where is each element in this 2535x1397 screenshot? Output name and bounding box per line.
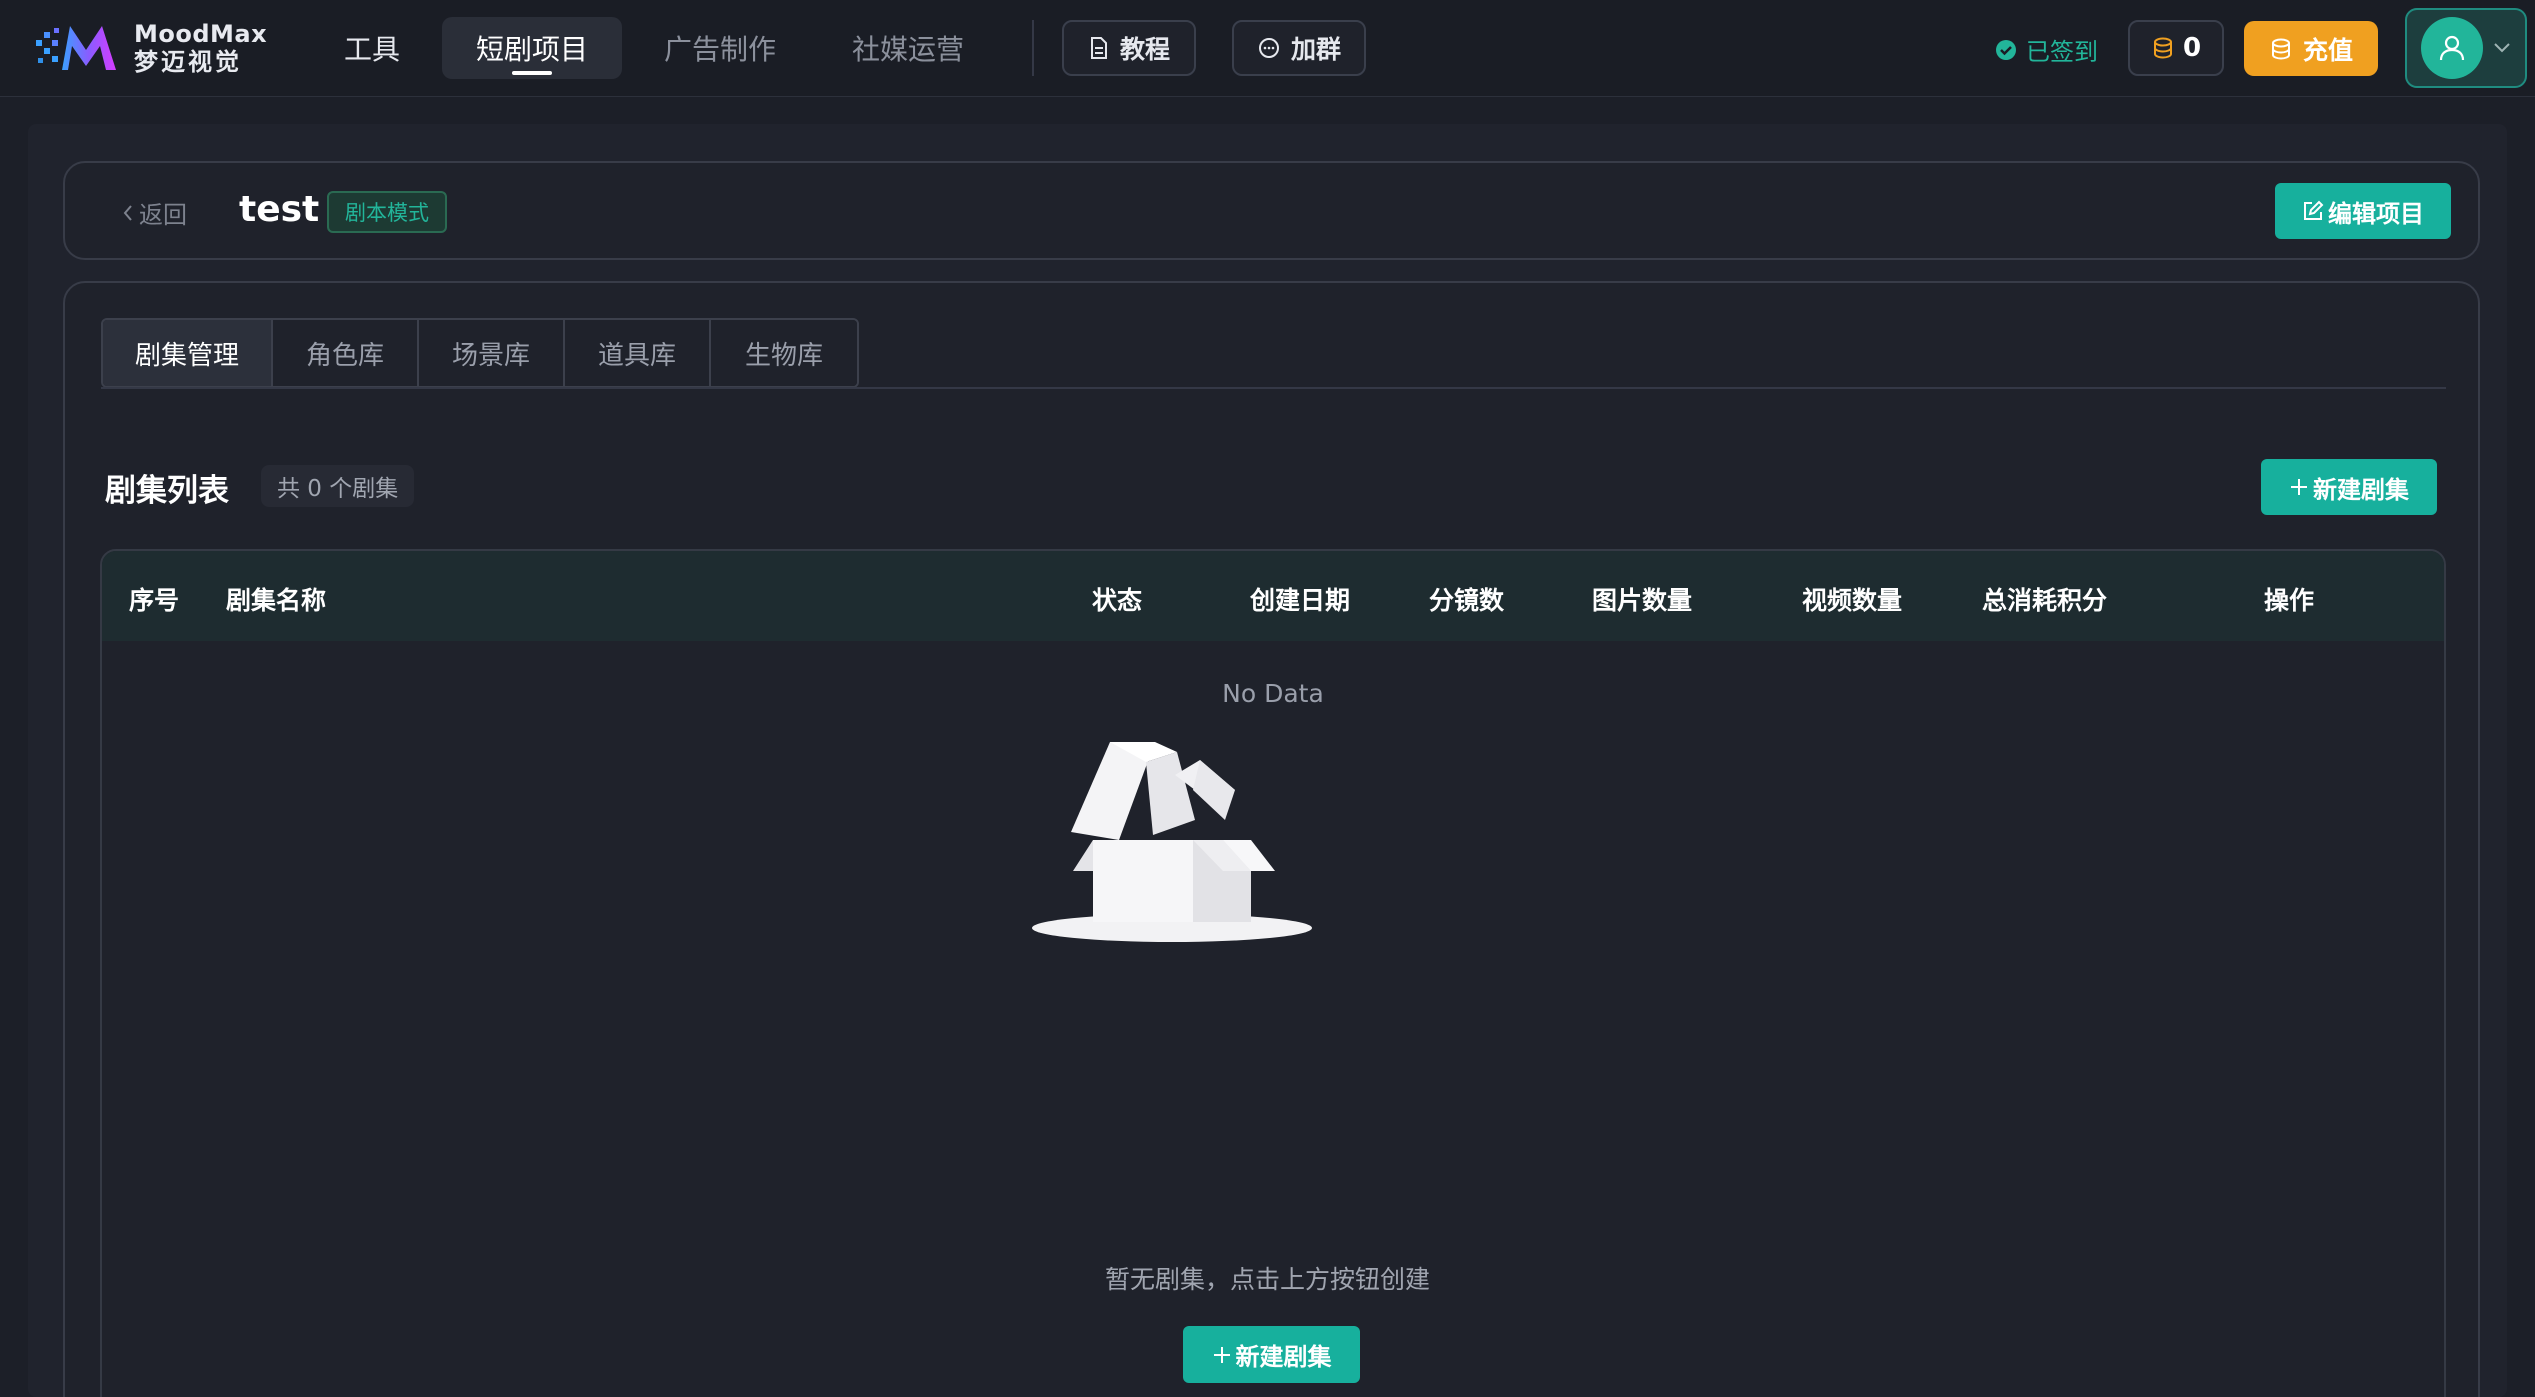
recharge-label: 充值 <box>2302 35 2353 65</box>
plus-icon <box>2291 479 2307 495</box>
main-nav: 工具 短剧项目 广告制作 社媒运营 <box>310 17 1006 79</box>
episode-list-title: 剧集列表 <box>105 473 229 509</box>
column-header-image-count: 图片数量 <box>1592 586 1693 615</box>
back-button[interactable]: 返回 <box>121 195 187 230</box>
brand-name-cn: 梦迈视觉 <box>134 48 242 76</box>
join-group-label: 加群 <box>1290 35 1341 64</box>
coin-balance[interactable]: 0 <box>2128 20 2224 76</box>
brand-name-en: MoodMax <box>134 20 268 48</box>
avatar <box>2421 17 2483 79</box>
signed-in-status: 已签到 <box>1994 32 2098 67</box>
tab-character-library[interactable]: 角色库 <box>273 320 419 386</box>
tab-scene-library[interactable]: 场景库 <box>419 320 565 386</box>
new-episode-label: 新建剧集 <box>2313 475 2409 504</box>
empty-state-text: 暂无剧集，点击上方按钮创建 <box>1104 1265 1430 1294</box>
empty-box-illustration <box>1032 742 1312 942</box>
empty-new-episode-label: 新建剧集 <box>1235 1343 1332 1371</box>
user-icon <box>2439 35 2465 61</box>
top-navbar: MoodMax 梦迈视觉 工具 短剧项目 广告制作 社媒运营 教程 加群 已签到… <box>0 0 2535 97</box>
episode-count-badge: 共 0 个剧集 <box>261 465 415 507</box>
column-header-actions: 操作 <box>2264 586 2315 615</box>
column-header-index: 序号 <box>129 586 180 615</box>
user-menu[interactable] <box>2405 8 2527 88</box>
new-episode-button[interactable]: 新建剧集 <box>2261 459 2437 515</box>
project-title: test <box>239 189 320 230</box>
column-header-total-credits: 总消耗积分 <box>1982 586 2108 615</box>
column-header-created-date: 创建日期 <box>1250 586 1351 615</box>
nav-item-ad-production[interactable]: 广告制作 <box>630 17 810 79</box>
edit-icon <box>2304 200 2324 220</box>
tab-prop-library[interactable]: 道具库 <box>565 320 711 386</box>
nav-item-tools[interactable]: 工具 <box>310 17 434 79</box>
nav-item-short-drama[interactable]: 短剧项目 <box>442 17 623 79</box>
column-header-status: 状态 <box>1092 586 1143 615</box>
tab-underline <box>101 387 2446 389</box>
recharge-button[interactable]: 充值 <box>2244 21 2378 76</box>
back-label: 返回 <box>139 201 187 229</box>
chevron-left-icon <box>123 204 132 221</box>
coin-stack-icon <box>2271 38 2290 60</box>
project-header: 返回 test 剧本模式 编辑项目 <box>63 161 2480 260</box>
chevron-down-icon <box>2494 43 2510 53</box>
join-group-button[interactable]: 加群 <box>1232 20 1366 76</box>
tab-episode-management[interactable]: 剧集管理 <box>103 320 273 386</box>
edit-project-label: 编辑项目 <box>2328 199 2424 228</box>
document-icon <box>1090 37 1107 59</box>
column-header-shot-count: 分镜数 <box>1429 586 1505 615</box>
tutorial-button[interactable]: 教程 <box>1062 20 1196 76</box>
coin-stack-icon <box>2153 37 2172 59</box>
moodmax-logo-icon <box>36 26 116 70</box>
column-header-video-count: 视频数量 <box>1802 586 1903 615</box>
tutorial-label: 教程 <box>1119 35 1170 64</box>
brand-logo[interactable]: MoodMax 梦迈视觉 <box>34 20 267 76</box>
check-circle-icon <box>1996 39 2016 60</box>
edit-project-button[interactable]: 编辑项目 <box>2275 183 2451 239</box>
chat-bubble-icon <box>1258 38 1279 58</box>
empty-new-episode-button[interactable]: 新建剧集 <box>1183 1326 1360 1383</box>
mode-tag: 剧本模式 <box>327 191 447 233</box>
tab-bar: 剧集管理 角色库 场景库 道具库 生物库 <box>101 318 859 388</box>
nav-item-social-media[interactable]: 社媒运营 <box>818 17 998 79</box>
tab-creature-library[interactable]: 生物库 <box>711 320 857 386</box>
column-header-name: 剧集名称 <box>226 586 327 615</box>
nav-divider <box>1032 20 1034 76</box>
signed-in-label: 已签到 <box>2026 38 2098 66</box>
coin-count: 0 <box>2182 33 2202 63</box>
plus-icon <box>1213 1346 1230 1363</box>
table-header: 序号 剧集名称 状态 创建日期 分镜数 图片数量 视频数量 总消耗积分 操作 <box>102 551 2444 641</box>
